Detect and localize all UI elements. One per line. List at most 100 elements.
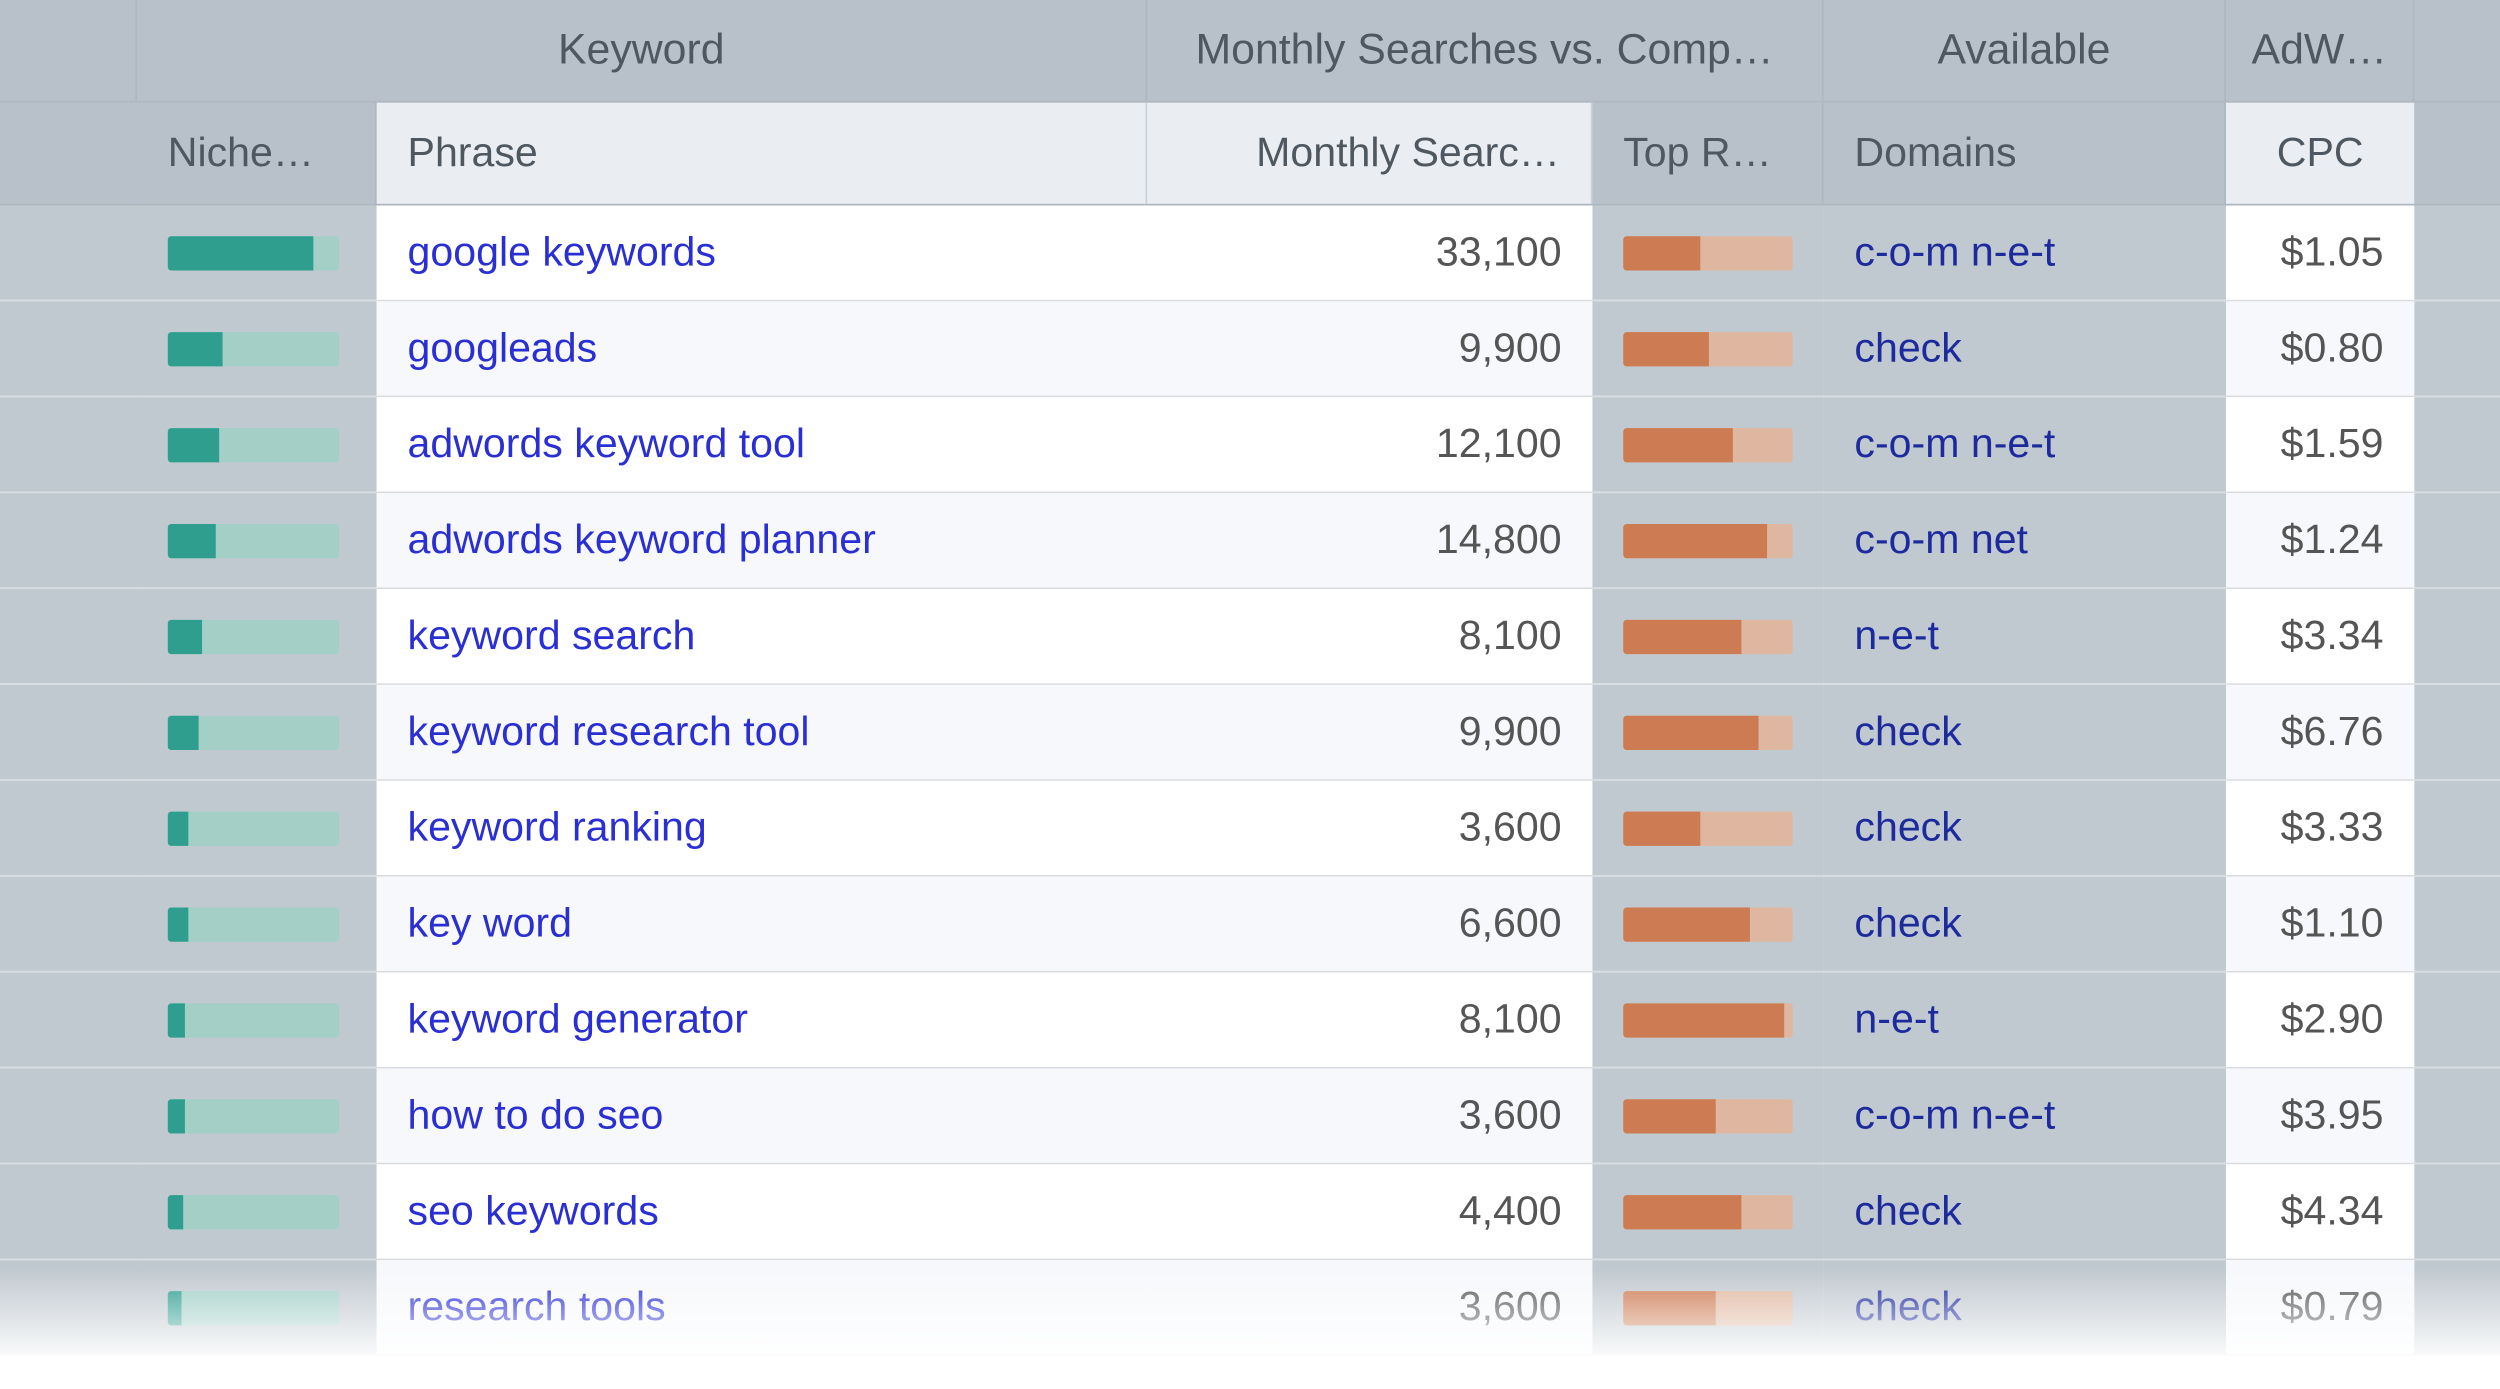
table-row[interactable]: google keywords 33,100 c-o-m n-e-t $1.05 [0, 205, 2500, 301]
domains-link[interactable]: n-e-t [1854, 996, 1939, 1044]
searches-value: 12,100 [1436, 420, 1562, 468]
niche-cell [137, 397, 377, 491]
top-results-cell [1592, 493, 1823, 587]
phrase-link[interactable]: keyword search [408, 612, 696, 660]
column-header-top-results[interactable]: Top Re… [1592, 103, 1823, 204]
header-gutter [0, 0, 137, 101]
cpc-cell: $1.10 [2226, 877, 2414, 971]
domains-link[interactable]: check [1854, 324, 1961, 372]
phrase-link[interactable]: google keywords [408, 229, 716, 277]
cpc-cell: $1.59 [2226, 397, 2414, 491]
searches-value: 8,100 [1459, 612, 1562, 660]
phrase-link[interactable]: adwords keyword planner [408, 516, 876, 564]
phrase-link[interactable]: research tools [408, 1283, 666, 1331]
phrase-link[interactable]: how to do seo [408, 1092, 664, 1140]
table-row[interactable]: keyword search8,100n-e-t$3.34 [0, 589, 2500, 685]
column-header-phrase[interactable]: Phrase [377, 103, 1148, 204]
group-header-adwords[interactable]: AdW… [2226, 0, 2414, 101]
domains-link[interactable]: c-o-m n-e-t [1854, 420, 2055, 468]
phrase-link[interactable]: keyword generator [408, 996, 748, 1044]
phrase-link[interactable]: seo keywords [408, 1187, 659, 1235]
cpc-value: $1.05 [2281, 229, 2384, 277]
searches-value: 3,600 [1459, 1283, 1562, 1331]
phrase-cell: google keywords [377, 205, 1148, 299]
domains-link[interactable]: n-e-t [1854, 612, 1939, 660]
table-row[interactable]: googleads9,900check$0.80 [0, 301, 2500, 397]
cpc-value: $4.34 [2281, 1187, 2384, 1235]
row-tail [2414, 1068, 2500, 1162]
niche-cell [137, 973, 377, 1067]
top-results-bar [1623, 1194, 1793, 1228]
cpc-value: $0.80 [2281, 324, 2384, 372]
phrase-cell: how to do seo [377, 1068, 1148, 1162]
column-header-monthly-searches[interactable]: Monthly Searc… [1147, 103, 1592, 204]
phrase-cell: keyword research tool [377, 685, 1148, 779]
top-results-bar [1623, 619, 1793, 653]
group-header-monthly-vs-comp[interactable]: Monthly Searches vs. Comp… [1147, 0, 1823, 101]
niche-cell [137, 1260, 377, 1354]
phrase-cell: adwords keyword tool [377, 397, 1148, 491]
column-header-niche[interactable]: Niche… [137, 103, 377, 204]
searches-value: 3,600 [1459, 1092, 1562, 1140]
domains-link[interactable]: check [1854, 708, 1961, 756]
searches-cell: 3,600 [1147, 1260, 1592, 1354]
table-row[interactable]: keyword research tool9,900check$6.76 [0, 685, 2500, 781]
domains-link[interactable]: c-o-m n-e-t [1854, 229, 2055, 277]
niche-bar [168, 1194, 339, 1228]
domains-cell: check [1824, 1164, 2226, 1258]
cpc-value: $1.59 [2281, 420, 2384, 468]
table-row[interactable]: keyword generator8,100n-e-t$2.90 [0, 973, 2500, 1069]
searches-cell: 3,600 [1147, 781, 1592, 875]
domains-cell: check [1824, 1260, 2226, 1354]
top-results-bar [1623, 811, 1793, 845]
domains-link[interactable]: c-o-m net [1854, 516, 2028, 564]
domains-link[interactable]: check [1854, 804, 1961, 852]
row-tail [2414, 205, 2500, 299]
searches-cell: 14,800 [1147, 493, 1592, 587]
keyword-table: Keyword Monthly Searches vs. Comp… Avail… [0, 0, 2500, 1356]
cpc-value: $0.79 [2281, 1283, 2384, 1331]
domains-cell: n-e-t [1824, 589, 2226, 683]
top-results-bar [1623, 427, 1793, 461]
phrase-link[interactable]: googleads [408, 324, 598, 372]
phrase-cell: keyword search [377, 589, 1148, 683]
top-results-cell [1592, 205, 1823, 299]
table-row[interactable]: adwords keyword tool 12,100 c-o-m n-e-t $1.… [0, 397, 2500, 493]
phrase-link[interactable]: adwords keyword tool [408, 420, 805, 468]
top-results-bar [1623, 907, 1793, 941]
domains-link[interactable]: check [1854, 1187, 1961, 1235]
row-tail [2414, 397, 2500, 491]
domains-link[interactable]: c-o-m n-e-t [1854, 1092, 2055, 1140]
table-row[interactable]: adwords keyword planner 14,800 c-o-m net $1… [0, 493, 2500, 589]
column-header-domains[interactable]: Domains [1824, 103, 2226, 204]
top-results-cell [1592, 877, 1823, 971]
niche-bar [168, 235, 339, 269]
top-results-cell [1592, 1164, 1823, 1258]
searches-value: 8,100 [1459, 996, 1562, 1044]
table-row[interactable]: seo keywords4,400check$4.34 [0, 1164, 2500, 1260]
table-row[interactable]: key word6,600check$1.10 [0, 877, 2500, 973]
cpc-cell: $0.80 [2226, 301, 2414, 395]
phrase-link[interactable]: key word [408, 900, 572, 948]
row-gutter [0, 1260, 137, 1354]
phrase-cell: keyword generator [377, 973, 1148, 1067]
table-row[interactable]: keyword ranking3,600check$3.33 [0, 781, 2500, 877]
phrase-cell: seo keywords [377, 1164, 1148, 1258]
column-header-cpc[interactable]: CPC [2226, 103, 2414, 204]
searches-cell: 12,100 [1147, 397, 1592, 491]
niche-bar [168, 1290, 339, 1324]
phrase-cell: key word [377, 877, 1148, 971]
cpc-value: $1.24 [2281, 516, 2384, 564]
domains-cell: c-o-m n-e-t [1824, 205, 2226, 299]
searches-cell: 3,600 [1147, 1068, 1592, 1162]
table-row[interactable]: research tools 3,600 check $0.79 [0, 1260, 2500, 1356]
group-header-keyword[interactable]: Keyword [137, 0, 1147, 101]
top-results-bar [1623, 1003, 1793, 1037]
phrase-link[interactable]: keyword ranking [408, 804, 707, 852]
phrase-link[interactable]: keyword research tool [408, 708, 810, 756]
table-row[interactable]: how to do seo3,600c-o-m n-e-t$3.95 [0, 1068, 2500, 1164]
domains-link[interactable]: check [1854, 900, 1961, 948]
group-header-available[interactable]: Available [1824, 0, 2226, 101]
domains-link[interactable]: check [1854, 1283, 1961, 1331]
searches-value: 33,100 [1436, 229, 1562, 277]
